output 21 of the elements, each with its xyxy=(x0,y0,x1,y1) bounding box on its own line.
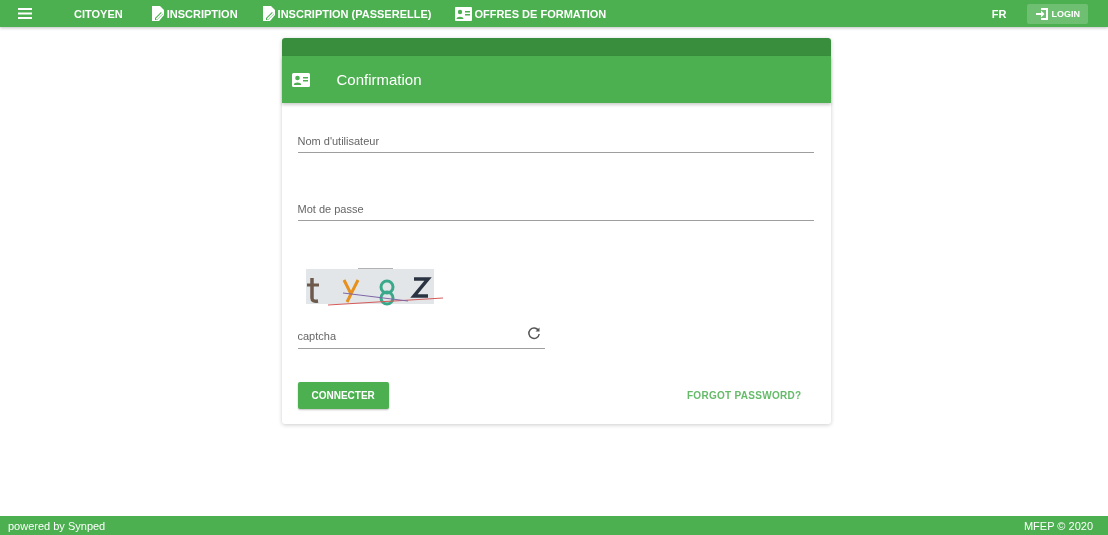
nav-link[interactable]: INSCRIPTION xyxy=(150,5,238,22)
id-card-icon xyxy=(291,72,310,87)
login-button[interactable]: LOGIN xyxy=(1026,3,1088,24)
card-title: Confirmation xyxy=(336,71,422,88)
document-edit-icon xyxy=(150,5,165,22)
password-field[interactable]: Mot de passe xyxy=(297,203,814,221)
captcha-field[interactable]: captcha xyxy=(297,330,545,349)
menu-icon[interactable] xyxy=(16,6,34,21)
document-edit-icon xyxy=(261,5,276,22)
connect-button[interactable]: CONNECTER xyxy=(297,382,389,409)
nav-link[interactable]: CITOYEN xyxy=(74,7,123,20)
refresh-icon[interactable] xyxy=(526,326,541,340)
nav-link[interactable]: OFFRES DE FORMATION xyxy=(455,6,607,21)
language-link[interactable]: FR xyxy=(991,7,1007,20)
login-icon xyxy=(1034,6,1049,21)
id-card-icon xyxy=(455,6,473,21)
forgot-password-link[interactable]: FORGOT PASSWORD? xyxy=(686,390,802,401)
footer-copyright: MFEP © 2020 xyxy=(1023,519,1093,532)
nav-link[interactable]: INSCRIPTION (PASSERELLE) xyxy=(261,5,432,22)
username-field[interactable]: Nom d'utilisateur xyxy=(297,135,814,153)
footer-credit: powered by Synped xyxy=(8,519,106,532)
